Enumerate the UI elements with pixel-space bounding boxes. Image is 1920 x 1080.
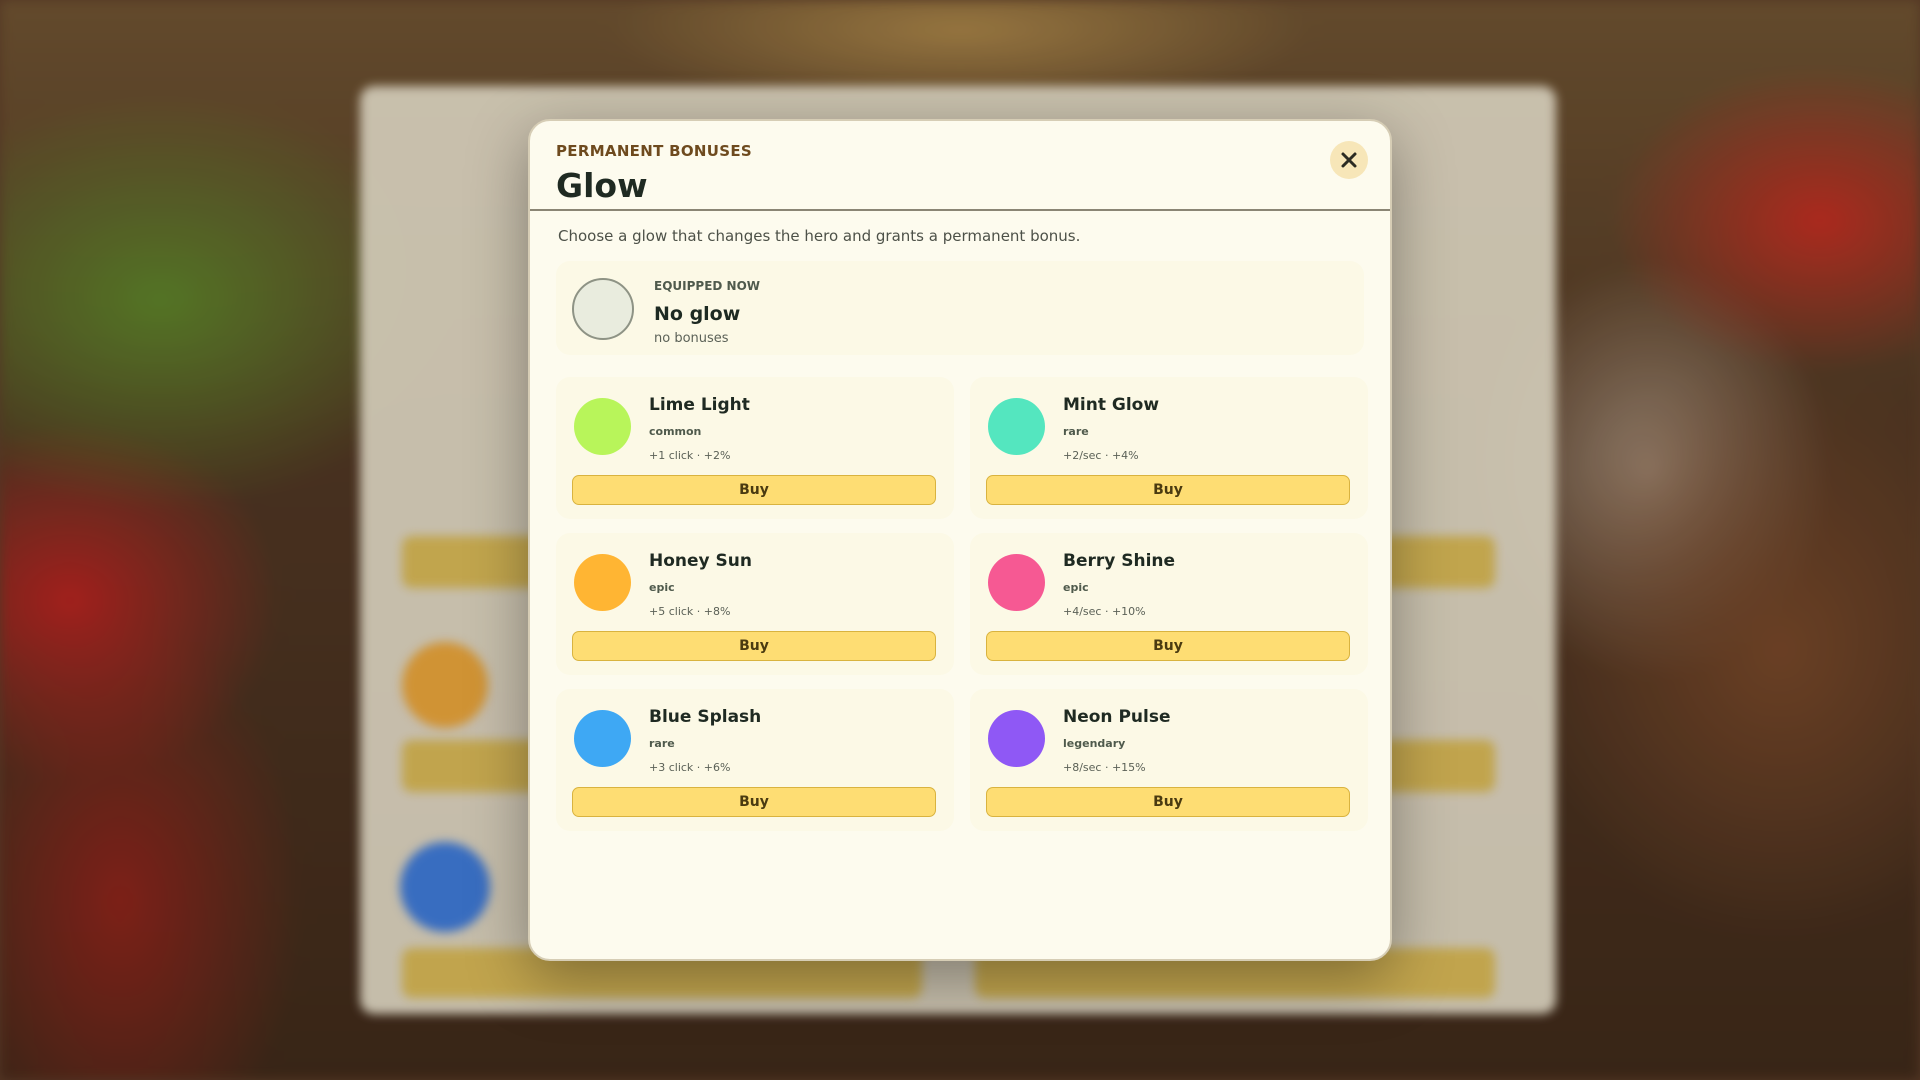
glow-shop-modal: PERMANENT BONUSES Glow Choose a glow tha… [528,119,1392,961]
glow-card-mint-glow: Mint Glow rare +2/sec · +4% Buy [970,377,1368,519]
modal-eyebrow: PERMANENT BONUSES [556,142,753,160]
close-icon [1341,152,1357,168]
buy-button[interactable]: Buy [572,475,936,505]
glow-swatch [988,554,1045,611]
glow-card-lime-light: Lime Light common +1 click · +2% Buy [556,377,954,519]
glow-name: Honey Sun [649,551,752,571]
glow-swatch [988,710,1045,767]
glow-card-neon-pulse: Neon Pulse legendary +8/sec · +15% Buy [970,689,1368,831]
glow-rarity: rare [649,737,675,750]
glow-rarity: rare [1063,425,1089,438]
buy-button[interactable]: Buy [986,787,1350,817]
glow-name: Blue Splash [649,707,762,727]
glow-swatch [574,710,631,767]
equipped-label: EQUIPPED NOW [654,279,761,293]
buy-button[interactable]: Buy [572,631,936,661]
glow-swatch [574,398,631,455]
glow-name: Berry Shine [1063,551,1176,571]
glow-stats: +5 click · +8% [649,605,731,618]
modal-title: Glow [556,166,648,205]
glow-card-blue-splash: Blue Splash rare +3 click · +6% Buy [556,689,954,831]
glow-swatch [574,554,631,611]
glow-card-berry-shine: Berry Shine epic +4/sec · +10% Buy [970,533,1368,675]
glow-swatch [988,398,1045,455]
glow-stats: +4/sec · +10% [1063,605,1146,618]
equipped-glow-swatch [572,278,634,340]
equipped-glow-bonus: no bonuses [654,331,729,346]
equipped-glow-name: No glow [654,303,741,325]
glow-rarity: epic [1063,581,1089,594]
glow-rarity: common [649,425,702,438]
modal-subtitle: Choose a glow that changes the hero and … [558,227,1081,245]
glow-rarity: legendary [1063,737,1126,750]
glow-stats: +2/sec · +4% [1063,449,1139,462]
equipped-glow-panel: EQUIPPED NOW No glow no bonuses [556,261,1364,355]
buy-button[interactable]: Buy [572,787,936,817]
glow-stats: +3 click · +6% [649,761,731,774]
glow-stats: +8/sec · +15% [1063,761,1146,774]
modal-header: PERMANENT BONUSES Glow [530,121,1390,211]
glow-card-honey-sun: Honey Sun epic +5 click · +8% Buy [556,533,954,675]
glow-name: Lime Light [649,395,750,415]
glow-name: Neon Pulse [1063,707,1171,727]
buy-button[interactable]: Buy [986,631,1350,661]
glow-rarity: epic [649,581,675,594]
glow-stats: +1 click · +2% [649,449,731,462]
buy-button[interactable]: Buy [986,475,1350,505]
glow-name: Mint Glow [1063,395,1160,415]
close-button[interactable] [1330,141,1368,179]
